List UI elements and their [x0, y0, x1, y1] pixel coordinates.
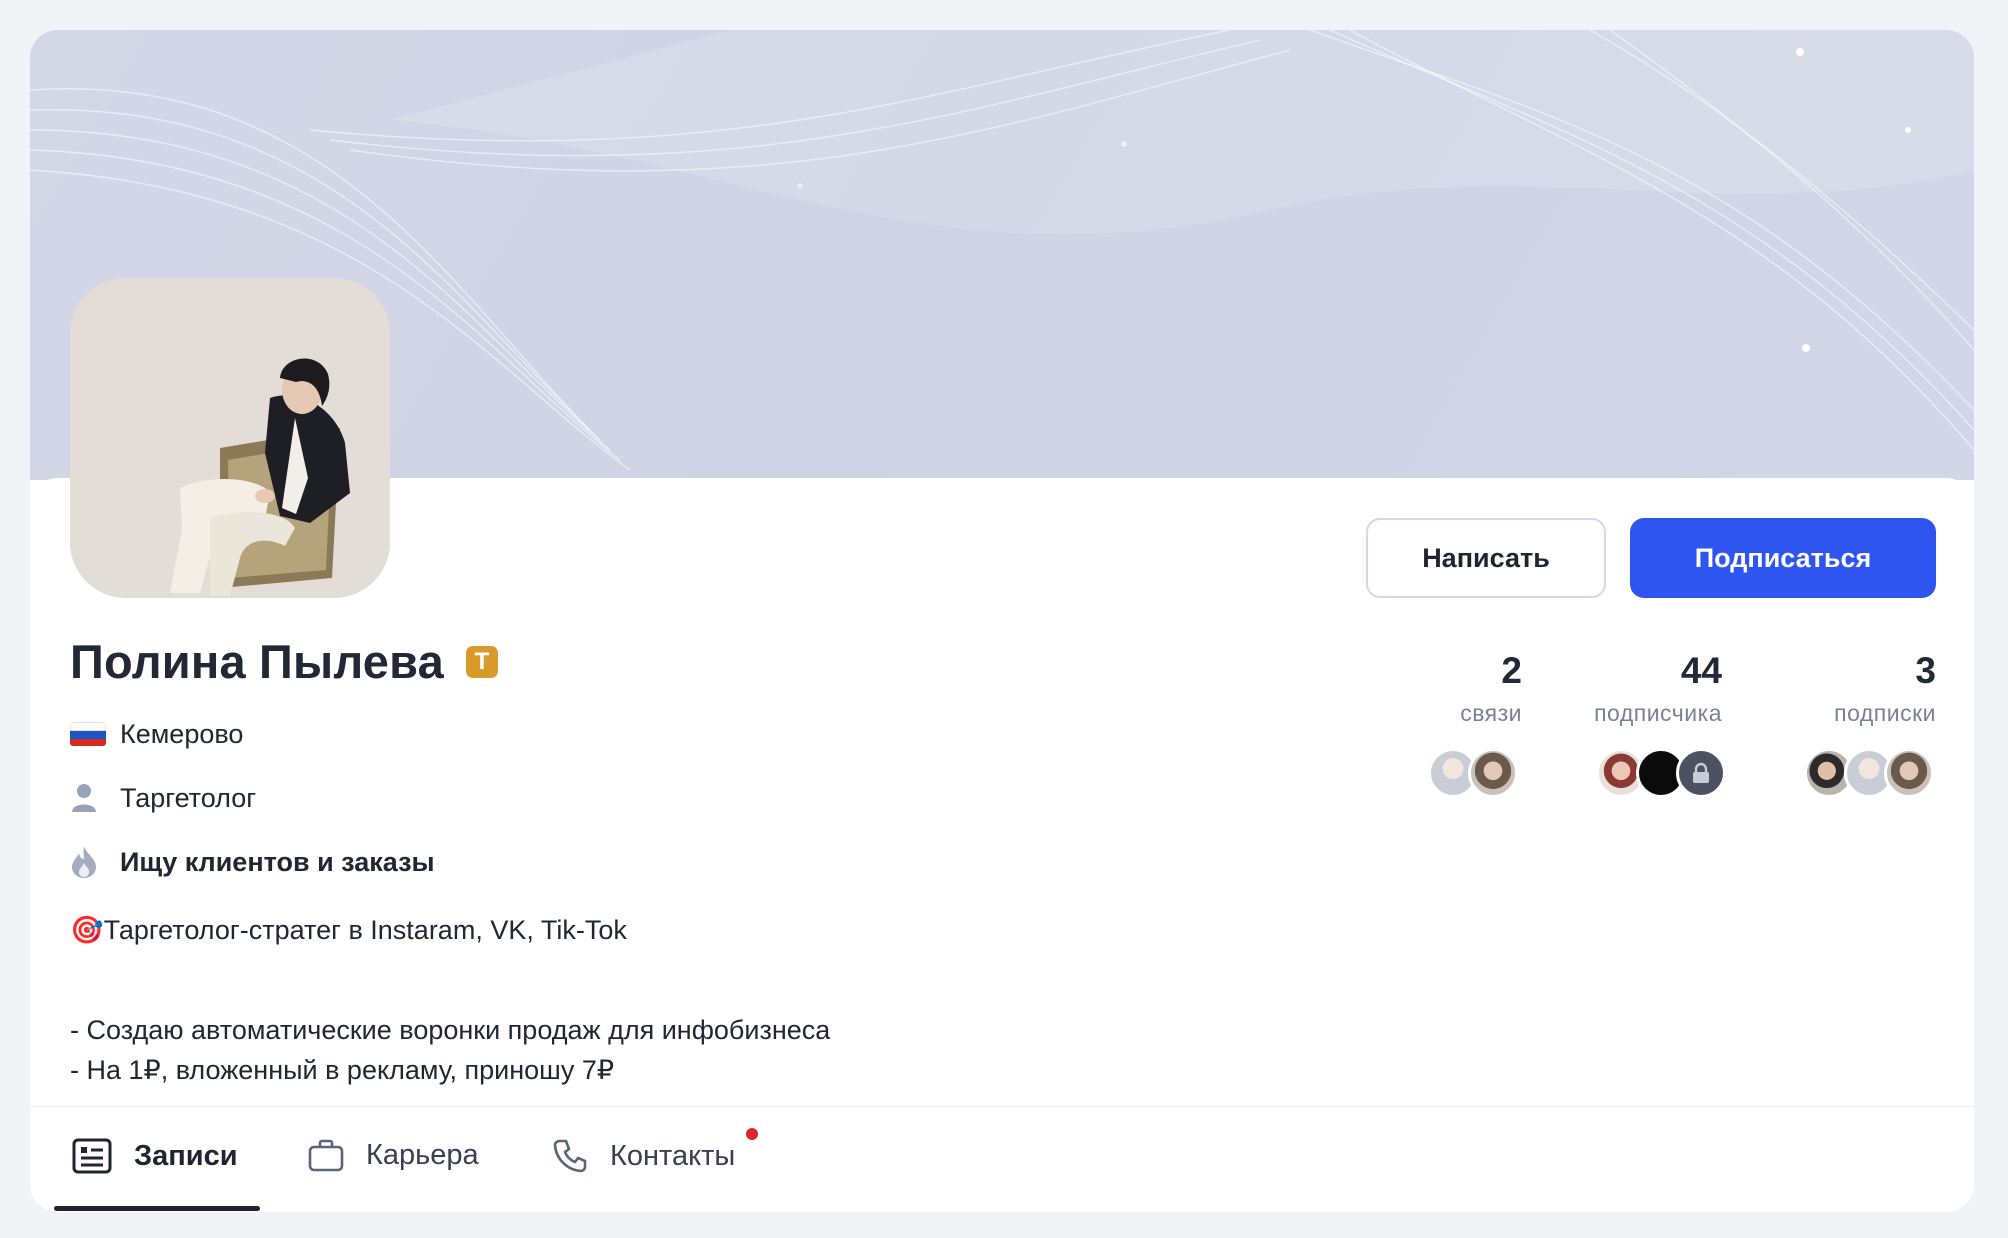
avatar[interactable] — [70, 278, 390, 598]
status-label: Ищу клиентов и заказы — [120, 846, 435, 877]
avatar — [1884, 748, 1934, 798]
flame-icon — [70, 846, 108, 878]
verified-badge-icon[interactable]: Т — [465, 645, 498, 678]
notification-dot — [746, 1128, 758, 1140]
tab-label: Записи — [134, 1139, 238, 1172]
city-label: Кемерово — [120, 718, 244, 749]
following-avatars[interactable] — [1804, 748, 1934, 798]
stat-label: связи — [1460, 700, 1522, 726]
connections-avatars[interactable] — [1428, 748, 1518, 798]
profession-label: Таргетолог — [120, 782, 257, 813]
tab-label: Контакты — [610, 1139, 736, 1172]
profession-row: Таргетолог — [70, 782, 256, 814]
followers-avatars[interactable] — [1596, 748, 1726, 798]
stat-connections[interactable]: 2 связи — [1460, 650, 1522, 727]
phone-icon — [552, 1138, 588, 1174]
tab-posts[interactable]: Записи — [72, 1138, 238, 1174]
bio-line: - Создаю автоматические воронки продаж д… — [70, 1015, 831, 1045]
tab-career[interactable]: Карьера — [308, 1138, 479, 1172]
subscribe-button[interactable]: Подписаться — [1630, 518, 1936, 598]
lock-avatar — [1676, 748, 1726, 798]
stat-value: 2 — [1501, 650, 1522, 691]
lock-icon — [1693, 762, 1709, 783]
city-row: Кемерово — [70, 718, 243, 750]
write-message-button[interactable]: Написать — [1366, 518, 1606, 598]
stat-value: 44 — [1680, 650, 1722, 691]
avatar — [1468, 748, 1518, 798]
stat-label: подписчика — [1594, 700, 1722, 726]
person-icon — [70, 782, 108, 814]
stat-label: подписки — [1834, 700, 1936, 726]
profile-card: Написать Подписаться Полина Пылева Т Кем… — [30, 30, 1974, 1212]
profile-name: Полина Пылева — [70, 635, 444, 688]
bio-line: - На 1₽, вложенный в рекламу, приношу 7₽ — [70, 1055, 615, 1085]
stat-value: 3 — [1915, 650, 1936, 691]
tab-label: Карьера — [366, 1138, 479, 1171]
stat-followers[interactable]: 44 подписчика — [1594, 650, 1722, 727]
stat-following[interactable]: 3 подписки — [1834, 650, 1936, 727]
status-row: Ищу клиентов и заказы — [70, 846, 435, 878]
tab-contacts[interactable]: Контакты — [552, 1138, 735, 1174]
news-icon — [72, 1138, 112, 1174]
russia-flag-icon — [70, 718, 108, 750]
active-tab-indicator — [54, 1206, 260, 1211]
tabs-divider — [30, 1106, 1974, 1107]
briefcase-icon — [308, 1138, 344, 1172]
bio-line: 🎯Таргетолог-стратег в Instaram, VK, Tik-… — [70, 915, 627, 945]
profile-name-row: Полина Пылева Т — [70, 634, 498, 689]
